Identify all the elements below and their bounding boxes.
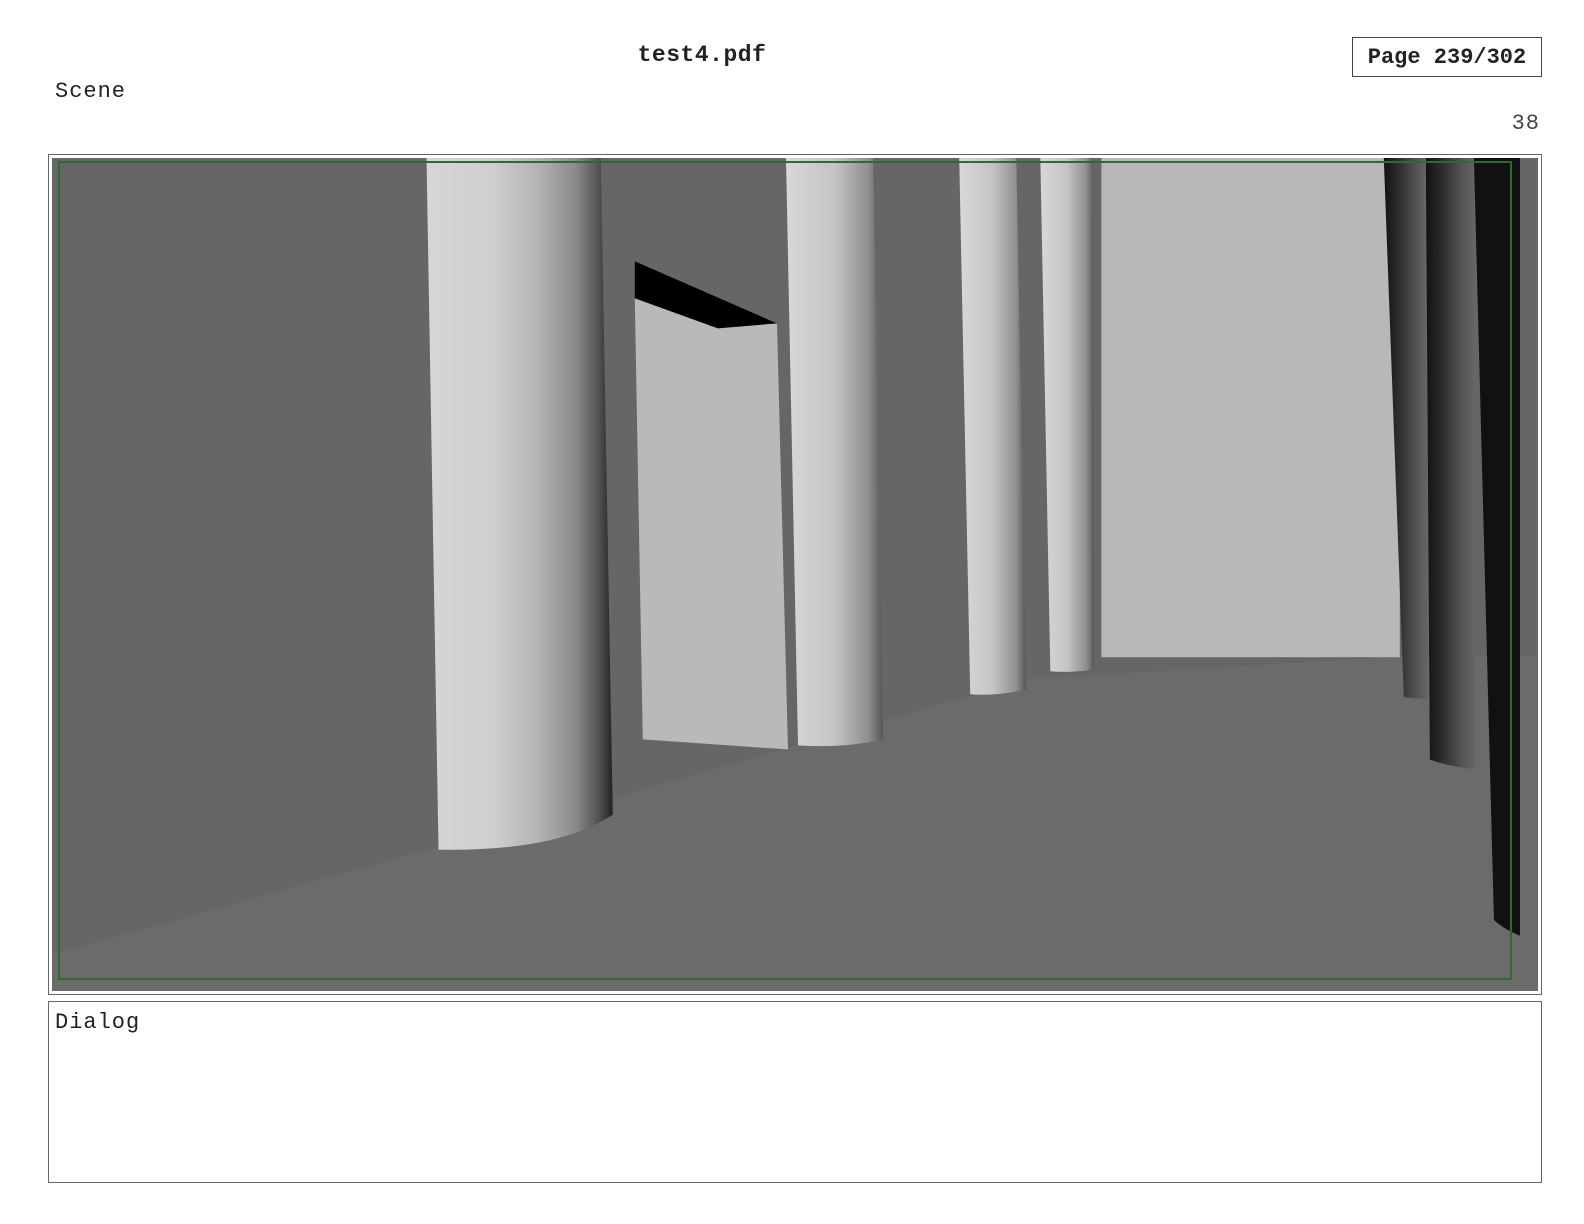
- dialog-box[interactable]: Dialog: [48, 1001, 1542, 1183]
- scene-render: [52, 158, 1538, 991]
- shot-number: 38: [1511, 111, 1540, 136]
- scene-label: Scene: [55, 79, 127, 104]
- scene-illustration: [52, 158, 1538, 991]
- document-title: test4.pdf: [637, 42, 767, 68]
- column-1: [426, 158, 613, 850]
- dialog-label: Dialog: [55, 1010, 141, 1035]
- door-panel: [634, 298, 788, 750]
- storyboard-frame: [48, 154, 1542, 995]
- page-indicator: Page 239/302: [1352, 37, 1542, 77]
- column-6: [1425, 158, 1475, 770]
- column-3: [959, 158, 1027, 695]
- column-2: [785, 158, 884, 747]
- bright-back-panel: [1101, 158, 1400, 658]
